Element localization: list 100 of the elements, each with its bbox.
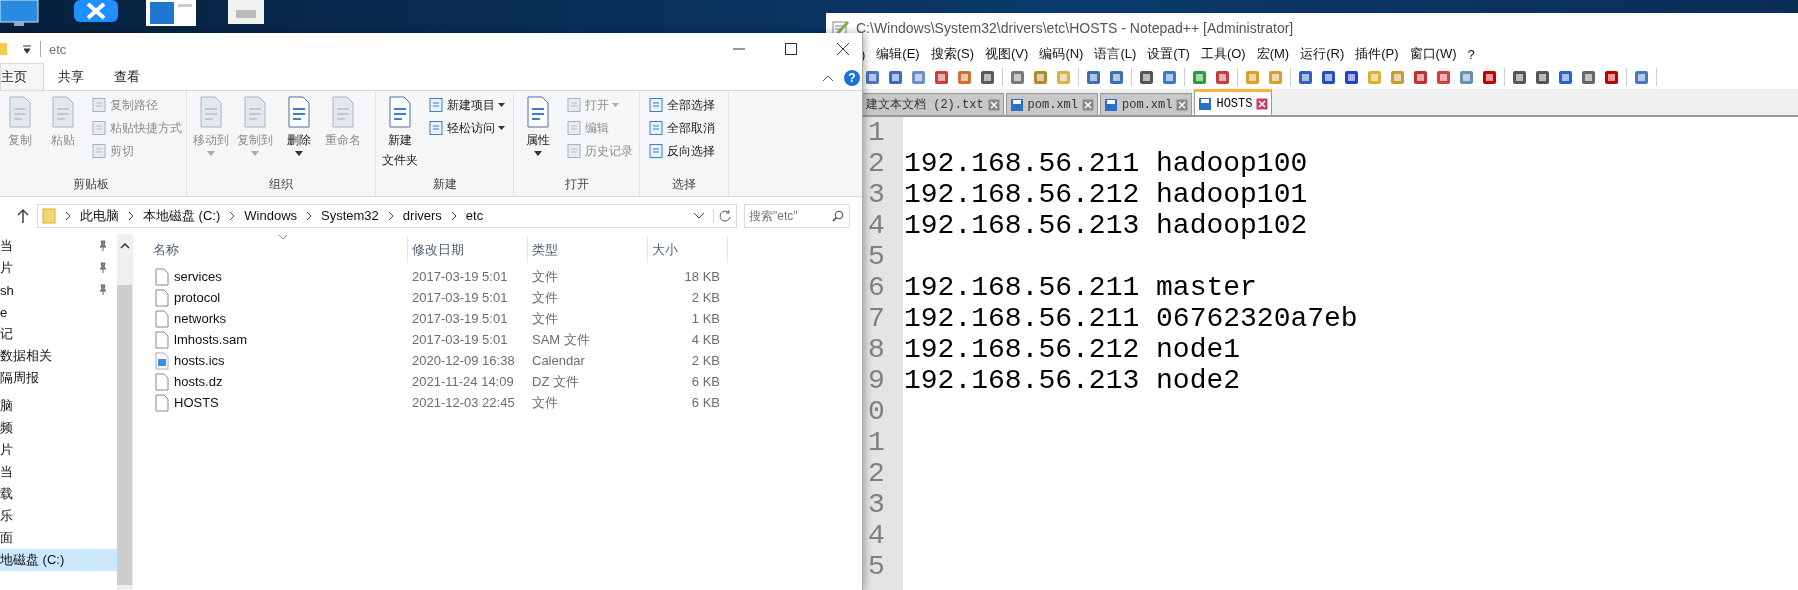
breadcrumb[interactable]: Windows: [244, 208, 298, 223]
menu-item[interactable]: 语言(L): [1094, 45, 1137, 63]
toolbar-icon[interactable]: [1511, 68, 1528, 86]
ribbon-button[interactable]: 全部选择: [648, 95, 715, 115]
toolbar-icon[interactable]: [887, 68, 904, 86]
toolbar-icon[interactable]: [1214, 68, 1231, 86]
ribbon-button[interactable]: 全部取消: [648, 118, 715, 138]
help-button[interactable]: ?: [844, 70, 860, 86]
nav-item[interactable]: 面: [0, 527, 117, 549]
close-icon[interactable]: [836, 42, 850, 56]
menu-item[interactable]: 视图(V): [985, 45, 1029, 63]
breadcrumb[interactable]: drivers: [402, 208, 442, 223]
refresh-icon[interactable]: [713, 208, 732, 223]
file-name[interactable]: hosts.dz: [174, 374, 223, 389]
nav-item[interactable]: 数据相关: [0, 345, 117, 367]
menu-item[interactable]: 工具(O): [1200, 45, 1246, 63]
column-header[interactable]: 名称: [141, 237, 408, 263]
breadcrumb[interactable]: 此电脑: [80, 206, 119, 225]
nav-item[interactable]: 片: [0, 257, 117, 279]
menu-item[interactable]: ?: [1467, 46, 1475, 62]
toolbar-icon[interactable]: [1138, 68, 1155, 86]
ribbon-button[interactable]: 新建 文件夹: [380, 95, 420, 176]
toolbar-icon[interactable]: [1320, 68, 1337, 86]
dropdown-icon[interactable]: [22, 44, 32, 54]
file-tab[interactable]: 建文本文档 (2).txt: [862, 93, 1004, 115]
toolbar-icon[interactable]: [910, 68, 927, 86]
nav-item[interactable]: 记: [0, 323, 117, 345]
scrollbar[interactable]: [117, 234, 132, 590]
menu-item[interactable]: 宏(M): [1256, 45, 1290, 63]
nav-item[interactable]: 片: [0, 439, 117, 461]
chevron-up-icon[interactable]: [822, 73, 834, 83]
toolbar-icon[interactable]: [1161, 68, 1178, 86]
window-icon[interactable]: [146, 0, 196, 26]
nav-item[interactable]: 载: [0, 483, 117, 505]
chevron-down-icon[interactable]: [693, 211, 705, 220]
menu-item[interactable]: 运行(R): [1300, 45, 1345, 63]
toolbar-icon[interactable]: [1032, 68, 1049, 86]
nav-item[interactable]: 当: [0, 235, 117, 257]
ribbon-tab[interactable]: 查看: [100, 64, 156, 90]
ribbon-button[interactable]: 删除: [279, 95, 319, 176]
toolbar-icon[interactable]: [864, 68, 881, 86]
column-header[interactable]: 修改日期: [408, 237, 528, 263]
toolbar-icon[interactable]: [1412, 68, 1429, 86]
ribbon-tab[interactable]: 共享: [44, 64, 100, 90]
toolbar-icon[interactable]: [1435, 68, 1452, 86]
nav-item[interactable]: 隔周报: [0, 367, 117, 389]
toolbar-icon[interactable]: [1191, 68, 1208, 86]
nav-item[interactable]: sh: [0, 279, 117, 301]
file-name[interactable]: networks: [174, 311, 227, 326]
ribbon-button[interactable]: 轻松访问: [428, 118, 505, 138]
menu-item[interactable]: 编辑(E): [876, 45, 920, 63]
computer-icon[interactable]: [0, 0, 40, 26]
toolbar-icon[interactable]: [1603, 68, 1620, 86]
nav-item[interactable]: 脑: [0, 395, 117, 417]
breadcrumb[interactable]: System32: [321, 208, 379, 223]
toolbar-icon[interactable]: [1085, 68, 1102, 86]
toolbar-icon[interactable]: [956, 68, 973, 86]
ribbon-button[interactable]: 新建项目: [428, 95, 505, 115]
toolbar-icon[interactable]: [1343, 68, 1360, 86]
toolbar-icon[interactable]: [1481, 68, 1498, 86]
file-name[interactable]: HOSTS: [174, 395, 219, 410]
search-field[interactable]: 搜索"etc": [744, 203, 850, 228]
file-tab[interactable]: pom.xml: [1005, 93, 1099, 115]
nav-item[interactable]: 地磁盘 (C:): [0, 549, 117, 571]
toolbar-icon[interactable]: [1458, 68, 1475, 86]
file-name[interactable]: hosts.ics: [174, 353, 225, 368]
maximize-icon[interactable]: [784, 42, 798, 56]
scroll-up-icon[interactable]: [119, 242, 130, 249]
nav-item[interactable]: 频: [0, 417, 117, 439]
nav-item[interactable]: e: [0, 301, 117, 323]
toolbar-icon[interactable]: [1633, 68, 1650, 86]
menu-item[interactable]: 插件(P): [1355, 45, 1399, 63]
menu-item[interactable]: 编码(N): [1039, 45, 1084, 63]
toolbar-icon[interactable]: [1297, 68, 1314, 86]
toolbar-icon[interactable]: [979, 68, 996, 86]
toolbar-icon[interactable]: [1580, 68, 1597, 86]
ribbon-tab[interactable]: 主页: [0, 63, 44, 90]
toolbar-icon[interactable]: [1108, 68, 1125, 86]
address-bar[interactable]: 此电脑 本地磁盘 (C:) Windows System32 drivers etc: [37, 203, 737, 228]
ribbon-button[interactable]: 属性: [518, 95, 558, 176]
breadcrumb[interactable]: 本地磁盘 (C:): [143, 206, 221, 225]
toolbar-icon[interactable]: [1557, 68, 1574, 86]
column-header[interactable]: 类型: [528, 237, 648, 263]
ribbon-button[interactable]: 反向选择: [648, 141, 715, 161]
menu-item[interactable]: 窗口(W): [1409, 45, 1457, 63]
nav-item[interactable]: 乐: [0, 505, 117, 527]
file-name[interactable]: protocol: [174, 290, 221, 305]
file-tab[interactable]: HOSTS: [1194, 89, 1273, 115]
column-header[interactable]: 大小: [648, 237, 728, 263]
toolbar-icon[interactable]: [933, 68, 950, 86]
breadcrumb[interactable]: etc: [465, 208, 484, 223]
menu-item[interactable]: 搜索(S): [930, 45, 975, 63]
nav-item[interactable]: 当: [0, 461, 117, 483]
toolbar-icon[interactable]: [1534, 68, 1551, 86]
menu-item[interactable]: 设置(T): [1147, 45, 1190, 63]
toolbar-icon[interactable]: [1009, 68, 1026, 86]
up-arrow-icon[interactable]: [16, 207, 30, 224]
file-tab[interactable]: pom.xml: [1100, 93, 1193, 115]
file-name[interactable]: lmhosts.sam: [174, 332, 247, 347]
scroll-thumb[interactable]: [117, 285, 132, 585]
